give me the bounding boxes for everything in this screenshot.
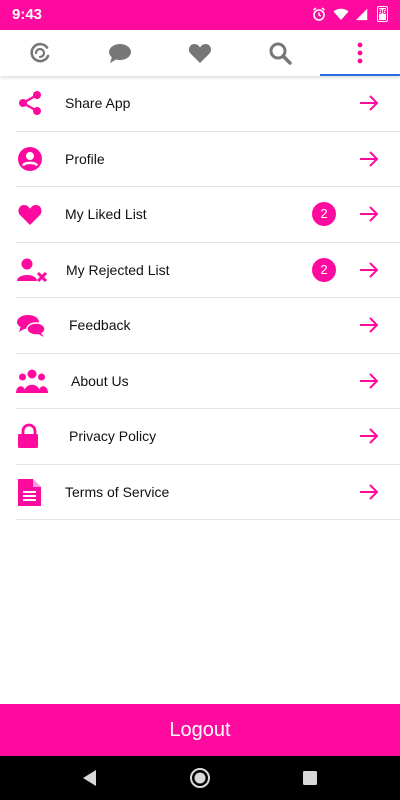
- back-icon[interactable]: [78, 766, 102, 790]
- arrow-right-icon: [360, 95, 379, 111]
- count-badge: 2: [312, 257, 336, 282]
- share-icon: [16, 89, 44, 117]
- menu-item-profile[interactable]: Profile: [16, 132, 400, 187]
- tab-messages[interactable]: [80, 30, 160, 76]
- status-bar: 9:43 96: [0, 0, 400, 30]
- count-badge: 2: [312, 202, 336, 226]
- arrow-right-icon: [360, 317, 379, 333]
- menu-item-label: Privacy Policy: [69, 428, 157, 444]
- battery-level: 96: [378, 9, 387, 16]
- group-icon: [16, 367, 48, 395]
- arrow-right-icon: [360, 372, 379, 389]
- recents-icon[interactable]: [298, 766, 322, 790]
- tab-search[interactable]: [240, 30, 320, 76]
- feedback-icon: [16, 311, 46, 339]
- menu-item-terms-of-service[interactable]: Terms of Service: [16, 465, 400, 520]
- heart-icon: [16, 200, 44, 228]
- tab-home[interactable]: [0, 30, 80, 76]
- status-time: 9:43: [12, 6, 43, 23]
- arrow-right-icon: [360, 150, 379, 167]
- document-icon: [16, 478, 44, 506]
- wifi-icon: [333, 6, 349, 22]
- heart-icon: [188, 44, 212, 63]
- profile-icon: [16, 145, 44, 173]
- user-reject-icon: [16, 256, 48, 284]
- menu-item-label: About Us: [71, 372, 129, 389]
- status-icons: 96: [311, 6, 388, 22]
- menu-item-rejected-list[interactable]: My Rejected List 2: [16, 243, 400, 298]
- menu-item-share-app[interactable]: Share App: [16, 76, 400, 132]
- menu-item-label: Feedback: [69, 317, 131, 333]
- menu-item-label: Profile: [65, 150, 105, 167]
- arrow-right-icon: [360, 261, 379, 278]
- arrow-right-icon: [360, 428, 379, 444]
- more-vertical-icon: [357, 42, 363, 64]
- battery-icon: 96: [377, 6, 388, 22]
- chat-bubble-icon: [109, 44, 131, 63]
- menu-item-label: Share App: [65, 95, 131, 111]
- logo-g-icon: [30, 42, 50, 63]
- system-nav-bar: [0, 756, 400, 800]
- app-screen: 9:43 96 Share App Profile My Liked List …: [0, 0, 400, 800]
- arrow-right-icon: [360, 483, 379, 500]
- logout-button[interactable]: Logout: [0, 704, 400, 756]
- menu-item-privacy-policy[interactable]: Privacy Policy: [16, 409, 400, 465]
- top-tab-bar: [0, 30, 400, 76]
- home-icon[interactable]: [188, 766, 212, 790]
- signal-icon: [355, 6, 371, 22]
- menu-item-label: My Liked List: [65, 206, 147, 222]
- menu-item-label: My Rejected List: [66, 261, 170, 278]
- search-icon: [269, 42, 292, 65]
- arrow-right-icon: [360, 206, 379, 222]
- settings-menu: Share App Profile My Liked List 2 My Rej…: [16, 76, 400, 520]
- menu-item-liked-list[interactable]: My Liked List 2: [16, 187, 400, 243]
- tab-more[interactable]: [320, 30, 400, 76]
- menu-item-about-us[interactable]: About Us: [16, 354, 400, 409]
- tab-likes[interactable]: [160, 30, 240, 76]
- menu-item-label: Terms of Service: [65, 483, 170, 500]
- lock-icon: [16, 422, 44, 450]
- alarm-icon: [311, 6, 327, 22]
- menu-item-feedback[interactable]: Feedback: [16, 298, 400, 354]
